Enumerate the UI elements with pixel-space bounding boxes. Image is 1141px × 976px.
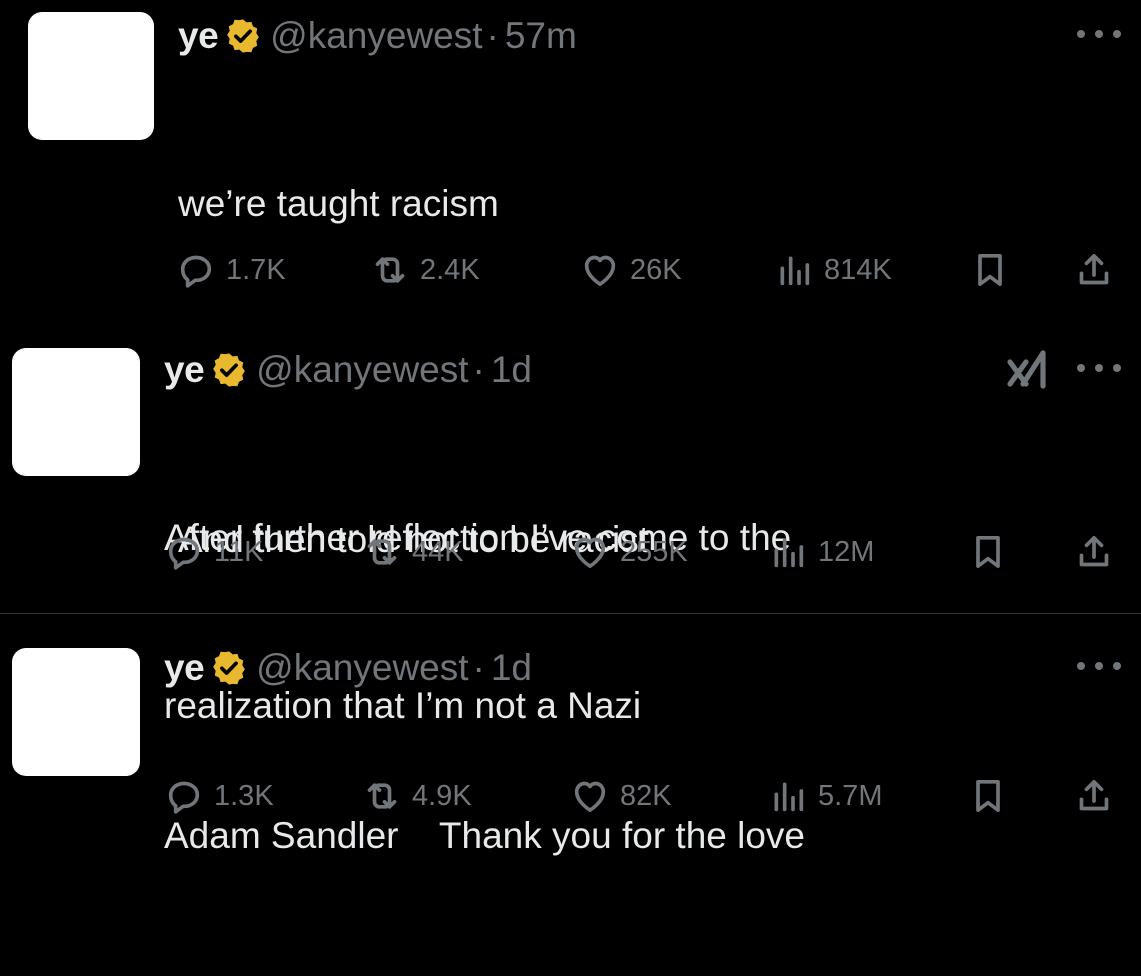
avatar[interactable] [12, 648, 140, 776]
tweet-text-line: we’re taught racism [178, 183, 499, 224]
tweet-header: ye @kanyewest · 57m [178, 14, 577, 58]
timestamp[interactable]: 57m [505, 14, 577, 58]
heart-icon [584, 255, 616, 286]
retweet-button[interactable]: 2.4K [370, 250, 480, 290]
view-count: 814K [824, 253, 892, 286]
grok-icon[interactable] [1004, 346, 1052, 394]
retweet-count: 2.4K [420, 253, 480, 286]
heart-icon [574, 537, 606, 568]
user-handle[interactable]: @kanyewest [270, 14, 482, 58]
timestamp[interactable]: 1d [491, 646, 532, 690]
reply-icon [180, 255, 212, 288]
share-button[interactable] [1074, 776, 1114, 816]
bookmark-button[interactable] [968, 776, 1008, 816]
share-icon [1079, 254, 1109, 285]
heart-icon [574, 781, 606, 812]
retweet-button[interactable]: 4.9K [362, 776, 472, 816]
like-button[interactable]: 26K [580, 250, 682, 290]
more-icon[interactable] [1077, 24, 1121, 44]
like-button[interactable]: 82K [570, 776, 672, 816]
separator-dot: · [472, 349, 485, 390]
view-count: 5.7M [818, 779, 883, 812]
tweet-text: Adam Sandler Thank you for the love [164, 696, 805, 976]
share-icon [1079, 536, 1109, 567]
reply-button[interactable]: 1.3K [164, 776, 274, 816]
tweet-actions: 1.3K 4.9K 82K 5.7M [0, 776, 1141, 820]
verified-badge-icon [213, 651, 245, 685]
tweet[interactable]: ye @kanyewest · 1d After further reflect… [0, 330, 1141, 726]
like-count: 26K [630, 253, 682, 286]
tweet[interactable]: ye @kanyewest · 57m we’re taught racism … [0, 0, 1141, 560]
avatar[interactable] [28, 12, 154, 140]
bookmark-button[interactable] [970, 250, 1010, 290]
view-count: 12M [818, 535, 875, 568]
retweet-icon [375, 257, 405, 283]
share-icon [1079, 780, 1109, 811]
like-count: 82K [620, 779, 672, 812]
display-name[interactable]: ye [178, 14, 219, 58]
retweet-icon [367, 783, 397, 809]
reply-count: 1.3K [214, 779, 274, 812]
retweet-count: 4.9K [412, 779, 472, 812]
tweet-actions: 1.7K 2.4K 26K 814K [0, 250, 1141, 294]
bookmark-icon [976, 536, 1000, 568]
display-name[interactable]: ye [164, 348, 205, 392]
views-icon [780, 256, 810, 286]
like-button[interactable]: 255K [570, 532, 688, 572]
reply-icon [168, 537, 200, 570]
tweet-header: ye @kanyewest · 1d [164, 348, 532, 392]
share-button[interactable] [1074, 250, 1114, 290]
display-name[interactable]: ye [164, 646, 205, 690]
reply-icon [168, 781, 200, 814]
user-handle[interactable]: @kanyewest [256, 348, 468, 392]
separator-dot: · [472, 647, 485, 688]
retweet-icon [367, 539, 397, 565]
more-icon[interactable] [1077, 358, 1121, 378]
more-icon[interactable] [1077, 656, 1121, 676]
verified-badge-icon [213, 353, 245, 387]
timestamp[interactable]: 1d [491, 348, 532, 392]
reply-count: 11K [214, 535, 264, 568]
views-button[interactable]: 814K [774, 250, 892, 290]
tweet-actions: 11K 44K 255K 12M [0, 532, 1141, 576]
reply-button[interactable]: 11K [164, 532, 263, 572]
views-button[interactable]: 12M [768, 532, 874, 572]
share-button[interactable] [1074, 532, 1114, 572]
retweet-count: 44K [412, 535, 464, 568]
views-button[interactable]: 5.7M [768, 776, 882, 816]
retweet-button[interactable]: 44K [362, 532, 464, 572]
views-icon [774, 538, 804, 568]
bookmark-icon [976, 780, 1000, 812]
tweet[interactable]: ye @kanyewest · 1d Adam Sandler Thank yo… [0, 614, 1141, 856]
like-count: 255K [620, 535, 688, 568]
reply-count: 1.7K [226, 253, 286, 286]
avatar[interactable] [12, 348, 140, 476]
verified-badge-icon [227, 19, 259, 53]
separator-dot: · [486, 15, 499, 56]
views-icon [774, 782, 804, 812]
reply-button[interactable]: 1.7K [176, 250, 286, 290]
user-handle[interactable]: @kanyewest [256, 646, 468, 690]
bookmark-icon [978, 254, 1002, 286]
tweet-header: ye @kanyewest · 1d [164, 646, 532, 690]
bookmark-button[interactable] [968, 532, 1008, 572]
